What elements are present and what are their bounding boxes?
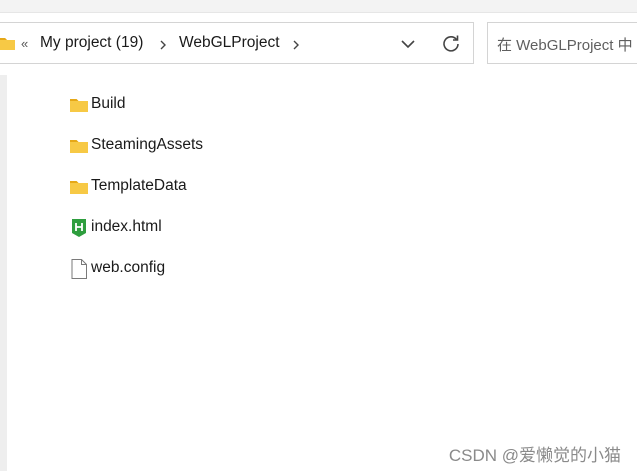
navigation-pane-edge bbox=[0, 75, 7, 471]
folder-icon bbox=[70, 178, 88, 196]
folder-icon bbox=[70, 137, 88, 155]
breadcrumb-my-project[interactable]: My project (19) bbox=[40, 34, 143, 52]
overflow-chevron-icon[interactable]: « bbox=[21, 37, 28, 50]
folder-icon bbox=[70, 96, 88, 114]
document-icon bbox=[70, 259, 88, 279]
breadcrumb-separator-icon bbox=[159, 38, 167, 56]
search-box[interactable]: 在 WebGLProject 中 bbox=[487, 22, 637, 64]
file-name: SteamingAssets bbox=[91, 136, 203, 153]
file-name: index.html bbox=[91, 218, 162, 235]
file-name: web.config bbox=[91, 259, 166, 276]
refresh-icon[interactable] bbox=[441, 33, 461, 58]
breadcrumb-webglproject[interactable]: WebGLProject bbox=[179, 34, 280, 52]
watermark: CSDN @爱懒觉的小猫 bbox=[448, 446, 621, 465]
breadcrumb-separator-icon bbox=[292, 38, 300, 56]
html-file-icon bbox=[70, 219, 88, 237]
chevron-down-icon[interactable] bbox=[400, 37, 416, 55]
file-name: Build bbox=[91, 95, 126, 112]
file-name: TemplateData bbox=[91, 177, 187, 194]
window-top-strip bbox=[0, 0, 637, 13]
address-bar[interactable]: « My project (19) WebGLProject bbox=[0, 22, 474, 64]
search-placeholder: 在 WebGLProject 中 bbox=[497, 37, 633, 54]
folder-icon bbox=[0, 36, 15, 50]
